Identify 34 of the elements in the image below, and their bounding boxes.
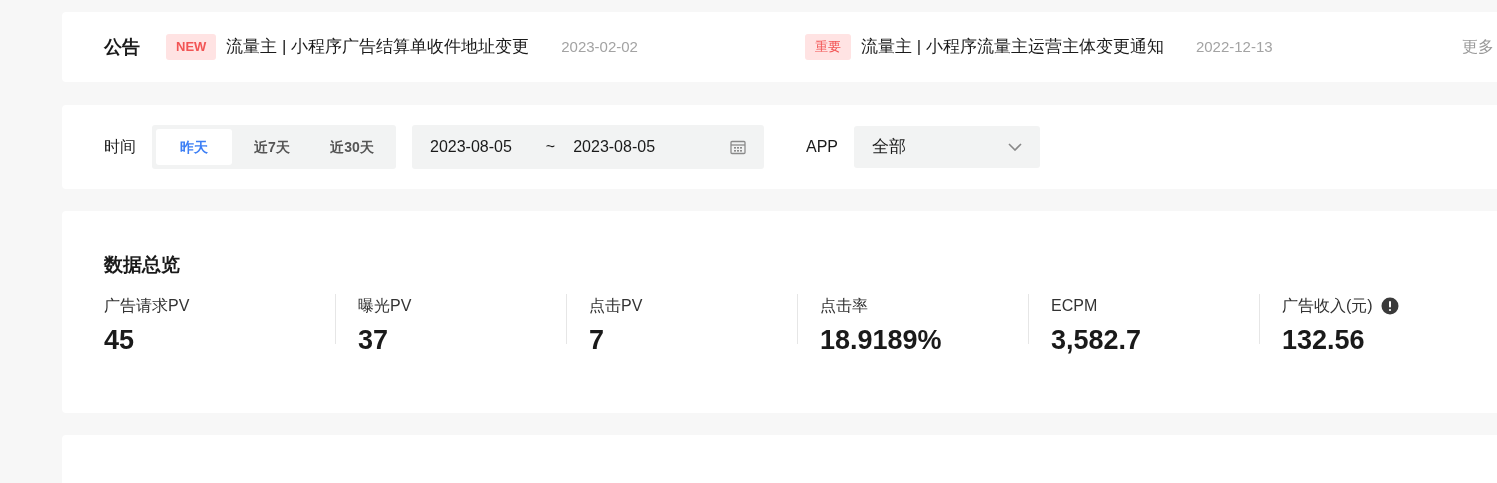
calendar-icon[interactable] [730, 139, 746, 155]
date-text: 2023-08-05 [573, 137, 656, 157]
metric-value: 45 [104, 323, 136, 356]
metric-label: ECPM [1051, 295, 1098, 316]
metric-value: 132.56 [1282, 323, 1366, 356]
metric-label: 广告请求PV [104, 295, 190, 316]
range-tab[interactable]: 近30天 [312, 129, 392, 165]
date-text: 2023-08-05 [430, 137, 512, 157]
select-value: 全部 [872, 136, 906, 159]
range-tab[interactable]: 近7天 [232, 129, 312, 165]
announcement-link[interactable]: 流量主 | 小程序流量主运营主体变更通知 [861, 34, 1164, 60]
chevron-down-icon [1008, 143, 1022, 151]
tag: NEW [166, 34, 217, 60]
app-label: APP [806, 137, 838, 157]
app-select[interactable]: 全部 [854, 126, 1040, 168]
metric-label: 点击PV [589, 295, 643, 316]
metric-label: 点击率 [820, 295, 868, 316]
metric-label: 广告收入(元) [1282, 295, 1373, 316]
date-text: 2023-02-02 [561, 36, 638, 57]
metric-value: 7 [589, 323, 606, 356]
separator-text: ~ [545, 137, 556, 157]
info-icon[interactable] [1380, 296, 1399, 315]
range-tab[interactable]: 昨天 [156, 129, 232, 165]
date-range-field[interactable]: 2023-08-05 ~ 2023-08-05 [412, 125, 764, 169]
metric-value: 18.9189% [820, 323, 943, 356]
tag: 重要 [805, 34, 851, 60]
time-label: 时间 [104, 137, 136, 157]
metric-value: 3,582.7 [1051, 323, 1143, 356]
section-title: 数据总览 [104, 253, 181, 277]
section-title: 公告 [104, 35, 140, 59]
announcement-link[interactable]: 流量主 | 小程序广告结算单收件地址变更 [226, 34, 530, 60]
metric-value: 37 [358, 323, 390, 356]
metric-label: 曝光PV [358, 295, 412, 316]
date-text: 2022-12-13 [1195, 36, 1273, 57]
